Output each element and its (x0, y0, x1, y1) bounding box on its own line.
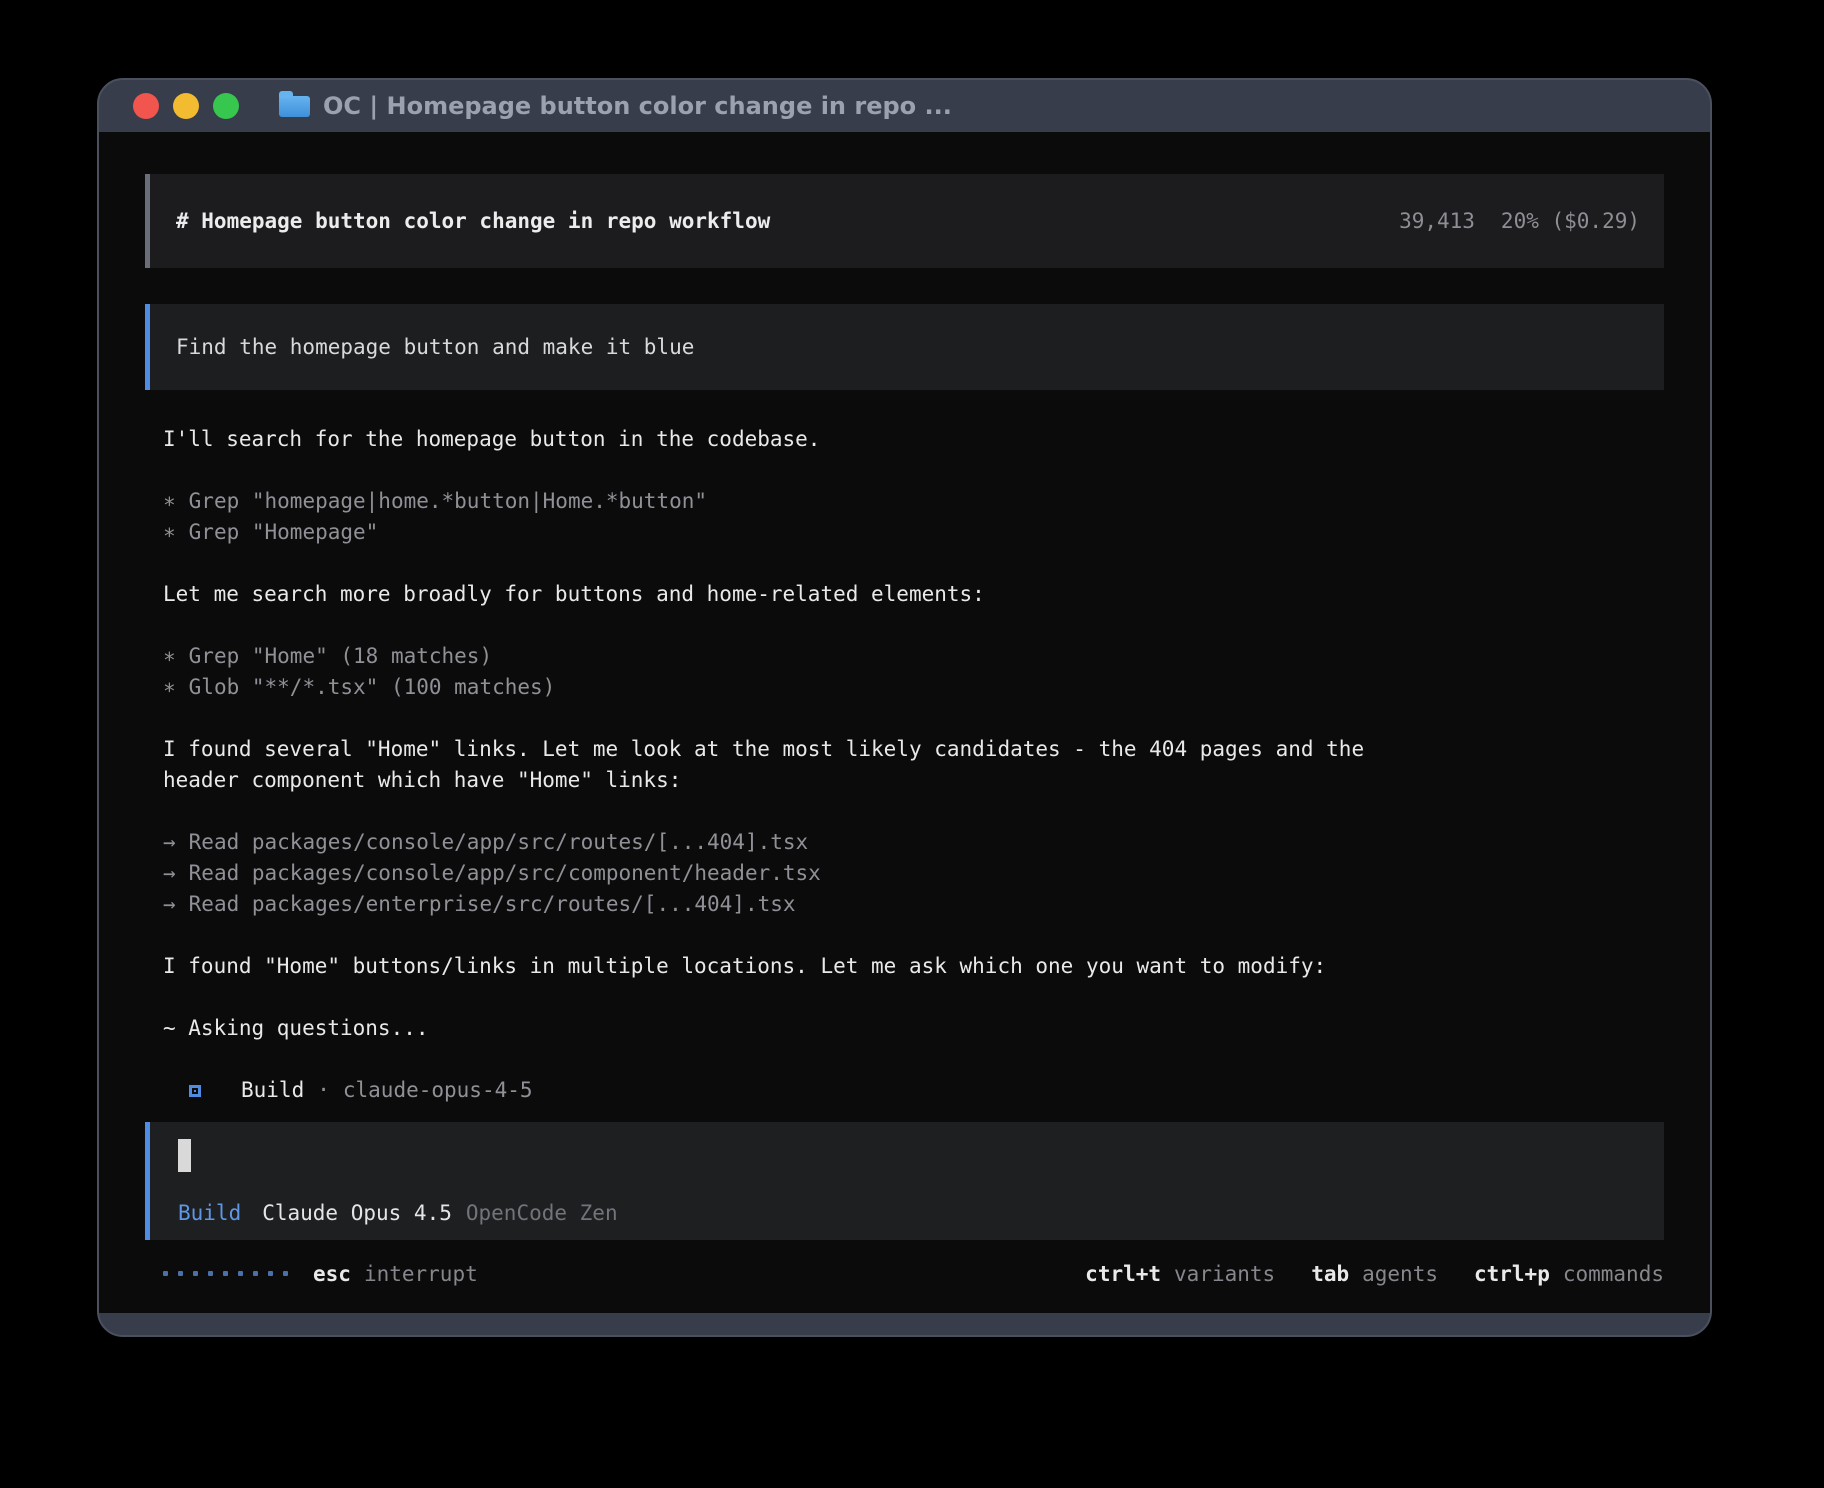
tool-call-line: ∗ Grep "Homepage" (163, 517, 1664, 548)
assistant-text: I found several "Home" links. Let me loo… (163, 734, 1664, 765)
window-titlebar: OC | Homepage button color change in rep… (99, 80, 1710, 132)
read-call-line: → Read packages/console/app/src/routes/[.… (163, 827, 1664, 858)
hint-key: ctrl+t (1085, 1262, 1161, 1286)
assistant-text: Let me search more broadly for buttons a… (163, 579, 1664, 610)
terminal-content: # Homepage button color change in repo w… (99, 132, 1710, 1313)
assistant-message: Let me search more broadly for buttons a… (163, 579, 1664, 610)
task-status-icon (189, 1085, 201, 1097)
task-separator: · (317, 1075, 330, 1106)
user-message-text: Find the homepage button and make it blu… (176, 335, 694, 359)
folder-icon (279, 96, 310, 117)
session-header: # Homepage button color change in repo w… (145, 174, 1664, 268)
window-footer (99, 1313, 1710, 1335)
read-call-group: → Read packages/console/app/src/routes/[.… (163, 827, 1664, 920)
status-left: esc interrupt (163, 1262, 478, 1286)
tool-call-line: ∗ Grep "homepage|home.*button|Home.*butto… (163, 486, 1664, 517)
session-stats: 39,413 20% ($0.29) (1399, 209, 1640, 233)
input-provider-label: OpenCode Zen (466, 1201, 618, 1225)
hint-label: variants (1174, 1262, 1275, 1286)
assistant-text: I'll search for the homepage button in t… (163, 424, 1664, 455)
prompt-input[interactable]: Build Claude Opus 4.5 OpenCode Zen (145, 1122, 1664, 1240)
assistant-message: I found several "Home" links. Let me loo… (163, 734, 1664, 796)
user-message-panel: Find the homepage button and make it blu… (145, 304, 1664, 390)
tool-bullet-icon: ∗ (163, 641, 176, 672)
tool-call-text: Grep "Homepage" (189, 520, 379, 544)
tool-bullet-icon: ∗ (163, 486, 176, 517)
assistant-message: I'll search for the homepage button in t… (163, 424, 1664, 455)
hint-label: commands (1563, 1262, 1664, 1286)
hint-agents: tab agents (1311, 1262, 1438, 1286)
read-arrow-icon: → (163, 827, 176, 858)
model-row: Build Claude Opus 4.5 OpenCode Zen (178, 1201, 1638, 1225)
tool-call-text: Grep "homepage|home.*button|Home.*button… (189, 489, 707, 513)
session-title: # Homepage button color change in repo w… (176, 209, 770, 233)
assistant-text: ~ Asking questions... (163, 1013, 1664, 1044)
tool-bullet-icon: ∗ (163, 517, 176, 548)
read-call-text: Read packages/console/app/src/component/… (189, 861, 821, 885)
task-row: Build · claude-opus-4-5 (163, 1075, 1664, 1106)
tool-call-line: ∗ Grep "Home" (18 matches) (163, 641, 1664, 672)
task-model-id: claude-opus-4-5 (343, 1075, 533, 1106)
minimize-button[interactable] (173, 93, 199, 119)
conversation: I'll search for the homepage button in t… (145, 424, 1664, 1106)
window-title: OC | Homepage button color change in rep… (323, 92, 952, 120)
status-bar: esc interrupt ctrl+t variants tab agents… (145, 1258, 1664, 1289)
tool-bullet-icon: ∗ (163, 672, 176, 703)
assistant-text: header component which have "Home" links… (163, 765, 1664, 796)
status-right: ctrl+t variants tab agents ctrl+p comman… (1085, 1262, 1664, 1286)
input-agent-label: Build (178, 1201, 241, 1225)
tool-call-text: Glob "**/*.tsx" (100 matches) (189, 675, 556, 699)
assistant-status-message: ~ Asking questions... (163, 1013, 1664, 1044)
token-count: 39,413 (1399, 209, 1475, 233)
read-call-line: → Read packages/console/app/src/component… (163, 858, 1664, 889)
terminal-window: OC | Homepage button color change in rep… (97, 78, 1712, 1337)
read-call-text: Read packages/console/app/src/routes/[..… (189, 830, 809, 854)
tool-call-group: ∗ Grep "Home" (18 matches) ∗ Glob "**/*.ts… (163, 641, 1664, 703)
close-button[interactable] (133, 93, 159, 119)
esc-key: esc (313, 1262, 351, 1286)
hint-label: agents (1362, 1262, 1438, 1286)
read-arrow-icon: → (163, 889, 176, 920)
text-cursor (178, 1139, 191, 1172)
assistant-message: I found "Home" buttons/links in multiple… (163, 951, 1664, 982)
hint-variants: ctrl+t variants (1085, 1262, 1275, 1286)
hint-key: tab (1311, 1262, 1349, 1286)
zoom-button[interactable] (213, 93, 239, 119)
tool-call-group: ∗ Grep "homepage|home.*button|Home.*butto… (163, 486, 1664, 548)
context-usage: 20% ($0.29) (1501, 209, 1640, 233)
hint-commands: ctrl+p commands (1474, 1262, 1664, 1286)
input-model-label: Claude Opus 4.5 (262, 1201, 452, 1225)
read-call-line: → Read packages/enterprise/src/routes/[..… (163, 889, 1664, 920)
spinner-dots (163, 1271, 288, 1276)
read-arrow-icon: → (163, 858, 176, 889)
tool-call-text: Grep "Home" (18 matches) (189, 644, 492, 668)
hint-key: ctrl+p (1474, 1262, 1550, 1286)
esc-label: interrupt (364, 1262, 478, 1286)
assistant-text: I found "Home" buttons/links in multiple… (163, 951, 1664, 982)
tool-call-line: ∗ Glob "**/*.tsx" (100 matches) (163, 672, 1664, 703)
read-call-text: Read packages/enterprise/src/routes/[...… (189, 892, 796, 916)
task-agent-name: Build (241, 1075, 304, 1106)
